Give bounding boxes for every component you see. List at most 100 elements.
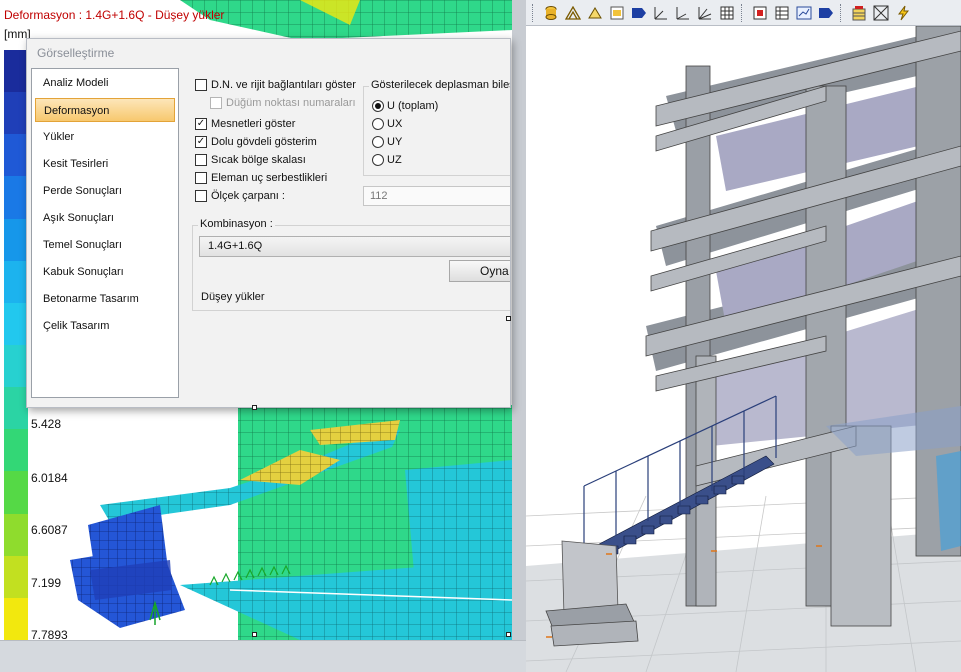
color-legend: [4, 50, 28, 640]
view-toolbar: [526, 0, 961, 26]
radio-label: U (toplam): [387, 100, 439, 112]
toolbar-separator: [741, 3, 745, 22]
combination-label: Kombinasyon :: [198, 218, 275, 230]
nav-item-steel-design[interactable]: Çelik Tasarım: [35, 314, 175, 338]
radio-button-selected[interactable]: [372, 100, 384, 112]
displacement-group-title: Gösterilecek deplasman bileş: [369, 79, 510, 91]
frame-icon[interactable]: [871, 3, 890, 22]
nav-item-concrete-design[interactable]: Betonarme Tasarım: [35, 287, 175, 311]
checkbox[interactable]: [195, 190, 207, 202]
tag-icon[interactable]: [816, 3, 835, 22]
legend-band: [4, 218, 28, 261]
legend-label: 5.428: [31, 417, 62, 431]
nav-item-section-forces[interactable]: Kesit Tesirleri: [35, 152, 175, 176]
toolbar-separator: [532, 3, 536, 22]
option-label: Dolu gövdeli gösterim: [211, 136, 317, 148]
option-dn-rigid[interactable]: D.N. ve rijit bağlantıları göster: [195, 79, 356, 91]
option-scale-factor[interactable]: Ölçek çarpanı :: [195, 190, 285, 202]
resize-handle[interactable]: [252, 632, 257, 637]
combination-description: Düşey yükler: [201, 291, 265, 303]
visualization-dialog: Görselleştirme Analiz Modeli Deformasyon…: [26, 38, 511, 408]
option-label: Mesnetleri göster: [211, 118, 296, 130]
building-3d-drawing: [526, 26, 961, 672]
truss-icon[interactable]: [563, 3, 582, 22]
splitter[interactable]: [512, 0, 526, 672]
nav-item-loads[interactable]: Yükler: [35, 125, 175, 149]
nav-item-purlin-results[interactable]: Aşık Sonuçları: [35, 206, 175, 230]
section-icon[interactable]: [585, 3, 604, 22]
legend-band: [4, 513, 28, 556]
option-supports[interactable]: ✓ Mesnetleri göster: [195, 118, 295, 130]
nav-item-shell-results[interactable]: Kabuk Sonuçları: [35, 260, 175, 284]
resize-handle[interactable]: [506, 316, 511, 321]
lightning-icon[interactable]: [893, 3, 912, 22]
axis-alt-icon[interactable]: [673, 3, 692, 22]
option-solid-view[interactable]: ✓ Dolu gövdeli gösterim: [195, 136, 317, 148]
building-icon[interactable]: [849, 3, 868, 22]
checkbox[interactable]: [195, 79, 207, 91]
app-root: Deformasyon : 1.4G+1.6Q - Düşey yükler […: [0, 0, 961, 672]
nav-item-deformation[interactable]: Deformasyon: [35, 98, 175, 122]
legend-band: [4, 387, 28, 430]
checkbox[interactable]: [195, 172, 207, 184]
cylinder-icon[interactable]: [541, 3, 560, 22]
play-button[interactable]: Oyna: [449, 260, 510, 282]
chart-icon[interactable]: [794, 3, 813, 22]
legend-band: [4, 92, 28, 135]
radio-button[interactable]: [372, 154, 384, 166]
axis-icon[interactable]: [651, 3, 670, 22]
legend-band: [4, 344, 28, 388]
table-icon[interactable]: [772, 3, 791, 22]
checkbox-checked[interactable]: ✓: [195, 118, 207, 130]
grid-icon[interactable]: [717, 3, 736, 22]
checkbox[interactable]: [195, 154, 207, 166]
nav-item-foundation-results[interactable]: Temel Sonuçları: [35, 233, 175, 257]
scale-factor-input[interactable]: 112: [363, 186, 510, 206]
legend-band: [4, 555, 28, 598]
radio-button[interactable]: [372, 118, 384, 130]
solid-color-icon[interactable]: [607, 3, 626, 22]
nav-item-shear-wall-results[interactable]: Perde Sonuçları: [35, 179, 175, 203]
radio-label: UZ: [387, 154, 402, 166]
legend-band: [4, 429, 28, 472]
legend-band: [4, 134, 28, 177]
legend-label: 6.0184: [31, 471, 68, 485]
legend-band: [4, 302, 28, 345]
legend-label: 7.7893: [31, 628, 68, 640]
radio-ux[interactable]: UX: [372, 118, 402, 130]
checkbox-checked[interactable]: ✓: [195, 136, 207, 148]
legend-band: [4, 597, 28, 640]
option-label: D.N. ve rijit bağlantıları göster: [211, 79, 356, 91]
pentagon-icon[interactable]: [629, 3, 648, 22]
legend-band: [4, 50, 28, 93]
option-hot-zone[interactable]: Sıcak bölge skalası: [195, 154, 306, 166]
dialog-title: Görselleştirme: [37, 46, 115, 60]
resize-handle[interactable]: [506, 632, 511, 637]
axis-multi-icon[interactable]: [695, 3, 714, 22]
option-label: Sıcak bölge skalası: [211, 154, 306, 166]
model-3d-viewport[interactable]: [526, 26, 961, 672]
radio-u-total[interactable]: U (toplam): [372, 100, 438, 112]
option-node-numbers: Düğüm noktası numaraları: [210, 97, 356, 109]
option-label: Düğüm noktası numaraları: [226, 97, 356, 109]
radio-label: UX: [387, 118, 403, 130]
viewport-title: Deformasyon : 1.4G+1.6Q - Düşey yükler: [4, 8, 225, 22]
legend-label: 6.6087: [31, 523, 68, 537]
option-end-releases[interactable]: Eleman uç serbestlikleri: [195, 172, 327, 184]
radio-uy[interactable]: UY: [372, 136, 402, 148]
legend-label: 7.199: [31, 576, 62, 590]
radio-button[interactable]: [372, 136, 384, 148]
legend-band: [4, 176, 28, 219]
node-icon[interactable]: [750, 3, 769, 22]
legend-band: [4, 260, 28, 303]
toolbar-separator: [840, 3, 844, 22]
combination-select[interactable]: 1.4G+1.6Q: [199, 236, 510, 257]
nav-item-analysis-model[interactable]: Analiz Modeli: [35, 71, 175, 95]
radio-label: UY: [387, 136, 403, 148]
checkbox: [210, 97, 222, 109]
category-list: Analiz Modeli Deformasyon Yükler Kesit T…: [31, 68, 179, 398]
radio-uz[interactable]: UZ: [372, 154, 402, 166]
legend-band: [4, 471, 28, 514]
option-label: Eleman uç serbestlikleri: [211, 172, 328, 184]
resize-handle[interactable]: [252, 405, 257, 410]
